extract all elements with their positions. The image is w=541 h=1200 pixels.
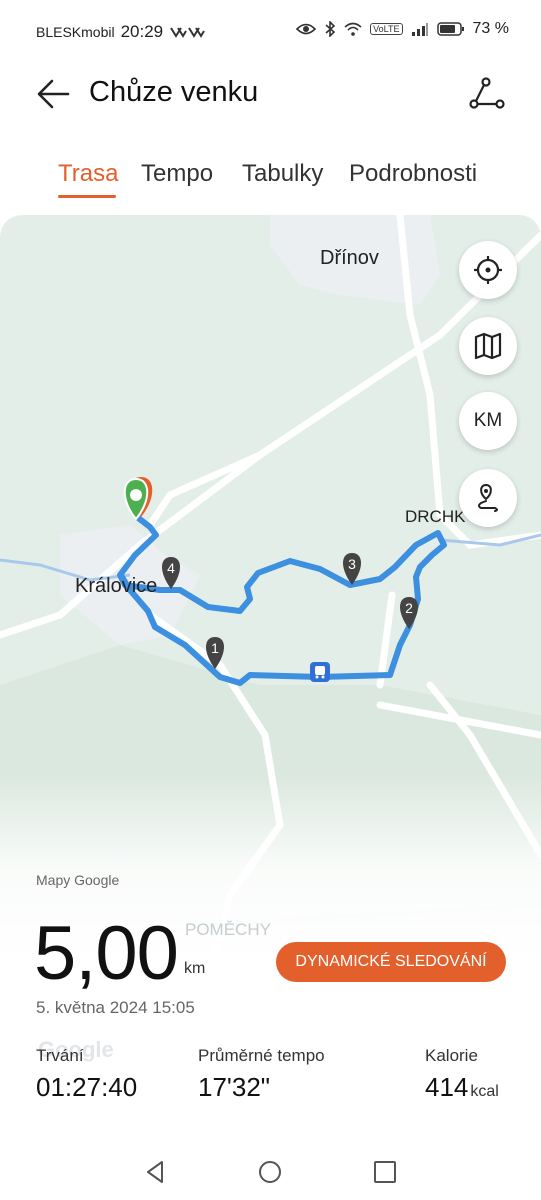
duration-label: Trvání [36,1046,84,1065]
vowifi-icon [170,27,205,38]
start-pin [123,477,153,521]
route-playback-button[interactable] [459,469,517,527]
km-marker-1[interactable]: 1 [200,635,230,671]
circle-home-icon [259,1161,281,1183]
arrow-left-icon [37,79,70,109]
tab-bar: Trasa Tempo Tabulky Podrobnosti [0,150,541,206]
place-label-drchkov: DRCHK [405,507,466,526]
place-label-pomechy: POMĚCHY [185,920,271,939]
nav-recents-button[interactable] [371,1158,399,1186]
route-share-button[interactable] [466,74,510,114]
place-label-kralovice: Královice [75,575,158,597]
calories-value: 414 [425,1072,469,1102]
distance-unit: km [184,960,206,977]
battery-icon [436,22,464,36]
place-label-drinov: Dřínov [320,247,379,269]
calories-label: Kalorie [425,1046,478,1065]
map-provider-label: Mapy Google [36,872,120,888]
system-nav-bar [0,1140,541,1200]
locate-button[interactable] [459,241,517,299]
distance-value: 5,00 [34,911,179,996]
map-icon [474,332,502,360]
km-marker-label: 2 [405,600,413,616]
page-title: Chůze venku [89,76,259,108]
km-marker-2[interactable]: 2 [394,595,424,631]
calories-unit: kcal [470,1083,499,1100]
dynamic-tracking-button[interactable]: DYNAMICKÉ SLEDOVÁNÍ [276,942,506,982]
status-bar: BLESKmobil 20:29 VoLTE 73 % [0,0,541,64]
units-km-label: KM [473,410,503,431]
active-tab-indicator [58,195,116,198]
calories-stat: 414 kcal [425,1072,499,1103]
bluetooth-icon [325,21,336,37]
triangle-back-icon [147,1161,163,1183]
tab-pace[interactable]: Tempo [141,160,213,188]
route-icon [469,77,505,109]
km-marker-3[interactable]: 3 [337,551,367,587]
tab-details[interactable]: Podrobnosti [349,160,477,188]
volte-badge: VoLTE [370,23,403,35]
nav-home-button[interactable] [256,1158,284,1186]
tab-charts[interactable]: Tabulky [242,160,323,188]
map-type-button[interactable] [459,317,517,375]
units-km-button[interactable]: KM [459,392,517,450]
back-button[interactable] [34,76,74,112]
tab-route[interactable]: Trasa [58,160,118,188]
wifi-icon [344,22,362,36]
km-marker-label: 4 [167,560,175,576]
road-west [146,451,264,529]
km-marker-label: 3 [348,556,356,572]
km-marker-4[interactable]: 4 [156,555,186,591]
workout-datetime: 5. května 2024 15:05 [36,998,195,1017]
status-time: 20:29 [120,22,164,41]
bus-stop-icon [310,662,330,682]
pace-value: 17'32" [198,1072,271,1102]
route-pin-icon [478,483,498,512]
signal-icon [411,23,428,36]
pace-label: Průměrné tempo [198,1046,325,1065]
nav-back-button[interactable] [142,1158,170,1186]
crosshair-icon [474,256,502,284]
km-marker-label: 1 [211,640,219,656]
carrier-name: BLESKmobil [36,24,115,40]
square-recents-icon [374,1161,396,1183]
duration-value: 01:27:40 [36,1072,138,1102]
battery-percent: 73 % [472,20,509,37]
eye-icon [296,23,317,35]
app-header: Chůze venku [0,64,541,124]
